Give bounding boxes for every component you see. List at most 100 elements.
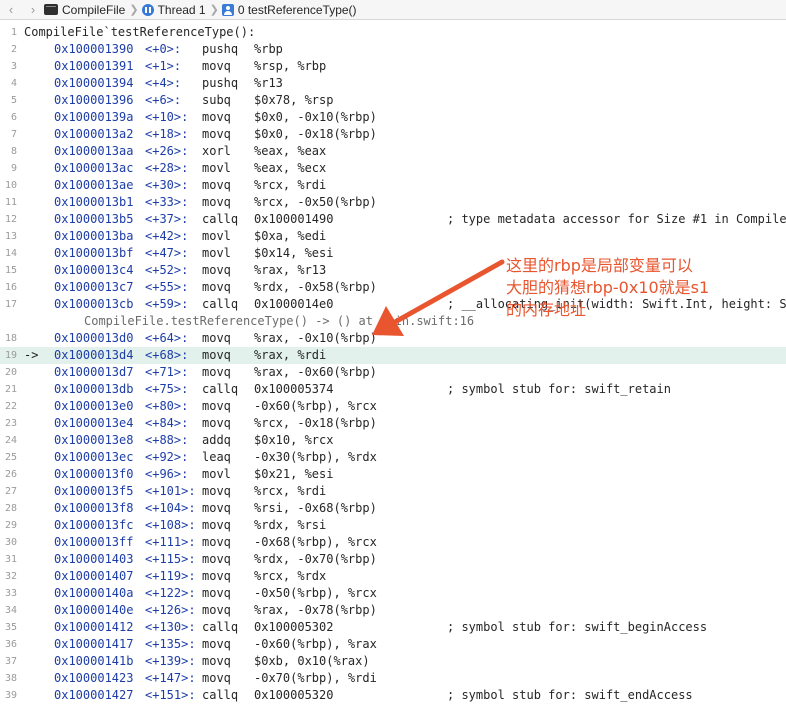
instruction-operands: %rcx, %rdx — [254, 569, 327, 583]
code-line[interactable]: 39 0x100001427 <+151>: callq 0x100005320 ; sy… — [0, 687, 786, 704]
instruction-mnemonic: callq — [202, 297, 239, 311]
instruction-operands: 0x100005320 — [254, 688, 334, 702]
code-line[interactable]: 11 0x1000013b1 <+33>: movq %rcx, -0x50(%rbp) — [0, 194, 786, 211]
instruction-mnemonic: movq — [202, 484, 231, 498]
code-line[interactable]: 24 0x1000013e8 <+88>: addq $0x10, %rcx — [0, 432, 786, 449]
instruction-offset: <+30>: — [145, 178, 189, 192]
instruction-address: 0x1000013ff — [54, 535, 134, 549]
instruction-mnemonic: movq — [202, 365, 231, 379]
instruction-operands: $0x0, -0x10(%rbp) — [254, 110, 377, 124]
code-line[interactable]: 4 0x100001394 <+4>: pushq %r13 — [0, 75, 786, 92]
code-line[interactable]: 20 0x1000013d7 <+71>: movq %rax, -0x60(%rbp) — [0, 364, 786, 381]
instruction-mnemonic: movq — [202, 348, 231, 362]
instruction-offset: <+75>: — [145, 382, 189, 396]
instruction-address: 0x10000141b — [54, 654, 134, 668]
code-line[interactable]: 13 0x1000013ba <+42>: movl $0xa, %edi — [0, 228, 786, 245]
instruction-mnemonic: movl — [202, 161, 231, 175]
instruction-comment: ; symbol stub for: swift_endAccess — [447, 688, 693, 702]
code-line[interactable]: 7 0x1000013a2 <+18>: movq $0x0, -0x18(%rbp) — [0, 126, 786, 143]
disassembly-view[interactable]: 1 CompileFile`testReferenceType(): 2 0x1000… — [0, 24, 786, 706]
code-line[interactable]: 19 -> 0x1000013d4 <+68>: movq %rax, %rdi — [0, 347, 786, 364]
instruction-operands: %rdx, -0x70(%rbp) — [254, 552, 377, 566]
code-line[interactable]: 27 0x1000013f5 <+101>: movq %rcx, %rdi — [0, 483, 786, 500]
code-line[interactable]: 3 0x100001391 <+1>: movq %rsp, %rbp — [0, 58, 786, 75]
instruction-offset: <+92>: — [145, 450, 189, 464]
instruction-address: 0x100001412 — [54, 620, 134, 634]
instruction-address: 0x1000013c7 — [54, 280, 134, 294]
code-line[interactable]: 30 0x1000013ff <+111>: movq -0x68(%rbp), %rc… — [0, 534, 786, 551]
line-number: 27 — [4, 486, 17, 497]
line-number: 21 — [4, 384, 17, 395]
code-line[interactable]: 22 0x1000013e0 <+80>: movq -0x60(%rbp), %rcx — [0, 398, 786, 415]
instruction-mnemonic: movl — [202, 246, 231, 260]
line-number: 32 — [4, 571, 17, 582]
instruction-address: 0x1000013d0 — [54, 331, 134, 345]
instruction-operands: %rax, -0x78(%rbp) — [254, 603, 377, 617]
instruction-address: 0x1000013f5 — [54, 484, 134, 498]
line-number: 39 — [4, 690, 17, 701]
code-line[interactable]: 9 0x1000013ac <+28>: movl %eax, %ecx — [0, 160, 786, 177]
breadcrumb-target-label: CompileFile — [62, 2, 126, 17]
instruction-offset: <+26>: — [145, 144, 189, 158]
code-line[interactable]: 26 0x1000013f0 <+96>: movl $0x21, %esi — [0, 466, 786, 483]
code-line[interactable]: 23 0x1000013e4 <+84>: movq %rcx, -0x18(%rbp) — [0, 415, 786, 432]
breadcrumb-target[interactable]: CompileFile — [44, 3, 125, 17]
breadcrumb-frame[interactable]: 0 testReferenceType() — [221, 3, 357, 17]
instruction-offset: <+64>: — [145, 331, 189, 345]
breadcrumb-thread[interactable]: Thread 1 — [141, 2, 206, 17]
line-number: 1 — [10, 27, 17, 38]
code-line[interactable]: 35 0x100001412 <+130>: callq 0x100005302 ; sy… — [0, 619, 786, 636]
line-number: 22 — [4, 401, 17, 412]
code-line[interactable]: 32 0x100001407 <+119>: movq %rcx, %rdx — [0, 568, 786, 585]
instruction-mnemonic: addq — [202, 433, 231, 447]
code-line[interactable]: 38 0x100001423 <+147>: movq -0x70(%rbp), %rd… — [0, 670, 786, 687]
code-line[interactable]: 25 0x1000013ec <+92>: leaq -0x30(%rbp), %rdx — [0, 449, 786, 466]
instruction-address: 0x10000140e — [54, 603, 134, 617]
code-line[interactable]: 28 0x1000013f8 <+104>: movq %rsi, -0x68(%rbp… — [0, 500, 786, 517]
breadcrumb-thread-label: Thread 1 — [157, 2, 206, 17]
instruction-operands: %eax, %eax — [254, 144, 327, 158]
code-line[interactable]: 12 0x1000013b5 <+37>: callq 0x100001490 ; typ… — [0, 211, 786, 228]
code-line[interactable]: 2 0x100001390 <+0>: pushq %rbp — [0, 41, 786, 58]
instruction-mnemonic: pushq — [202, 42, 239, 56]
instruction-mnemonic: movq — [202, 280, 231, 294]
instruction-mnemonic: callq — [202, 620, 239, 634]
instruction-address: 0x1000013ac — [54, 161, 134, 175]
code-line[interactable]: 36 0x100001417 <+135>: movq -0x60(%rbp), %ra… — [0, 636, 786, 653]
instruction-operands: 0x100005374 — [254, 382, 334, 396]
instruction-offset: <+55>: — [145, 280, 189, 294]
code-line[interactable]: 34 0x10000140e <+126>: movq %rax, -0x78(%rbp… — [0, 602, 786, 619]
instruction-mnemonic: movl — [202, 467, 231, 481]
code-line[interactable]: 5 0x100001396 <+6>: subq $0x78, %rsp — [0, 92, 786, 109]
instruction-operands: %r13 — [254, 76, 283, 90]
code-line[interactable]: 29 0x1000013fc <+108>: movq %rdx, %rsi — [0, 517, 786, 534]
annotation-note: 这里的rbp是局部变量可以 大胆的猜想rbp-0x10就是s1 的内存地址 — [506, 256, 710, 319]
instruction-operands: $0x14, %esi — [254, 246, 334, 260]
instruction-operands: %rsp, %rbp — [254, 59, 327, 73]
code-line[interactable]: 31 0x100001403 <+115>: movq %rdx, -0x70(%rbp… — [0, 551, 786, 568]
instruction-address: 0x1000013e4 — [54, 416, 134, 430]
code-line[interactable]: 10 0x1000013ae <+30>: movq %rcx, %rdi — [0, 177, 786, 194]
instruction-address: 0x100001427 — [54, 688, 134, 702]
instruction-offset: <+80>: — [145, 399, 189, 413]
code-line[interactable]: 8 0x1000013aa <+26>: xorl %eax, %eax — [0, 143, 786, 160]
line-number: 28 — [4, 503, 17, 514]
code-line[interactable]: 18 0x1000013d0 <+64>: movq %rax, -0x10(%rbp) — [0, 330, 786, 347]
code-line[interactable]: 6 0x10000139a <+10>: movq $0x0, -0x10(%rbp) — [0, 109, 786, 126]
code-line[interactable]: 37 0x10000141b <+139>: movq $0xb, 0x10(%rax) — [0, 653, 786, 670]
instruction-address: 0x1000013f0 — [54, 467, 134, 481]
code-line[interactable]: 33 0x10000140a <+122>: movq -0x50(%rbp), %rc… — [0, 585, 786, 602]
instruction-address: 0x1000013fc — [54, 518, 134, 532]
instruction-operands: -0x68(%rbp), %rcx — [254, 535, 377, 549]
instruction-mnemonic: callq — [202, 382, 239, 396]
instruction-offset: <+130>: — [145, 620, 196, 634]
instruction-mnemonic: movl — [202, 229, 231, 243]
stack-frame-icon — [221, 3, 234, 16]
code-line[interactable]: 21 0x1000013db <+75>: callq 0x100005374 ; sym… — [0, 381, 786, 398]
instruction-offset: <+104>: — [145, 501, 196, 515]
chevron-left-icon[interactable]: ‹ — [0, 2, 22, 17]
line-number: 25 — [4, 452, 17, 463]
chevron-right-icon[interactable]: › — [22, 2, 44, 17]
instruction-address: 0x1000013db — [54, 382, 134, 396]
instruction-address: 0x100001391 — [54, 59, 134, 73]
